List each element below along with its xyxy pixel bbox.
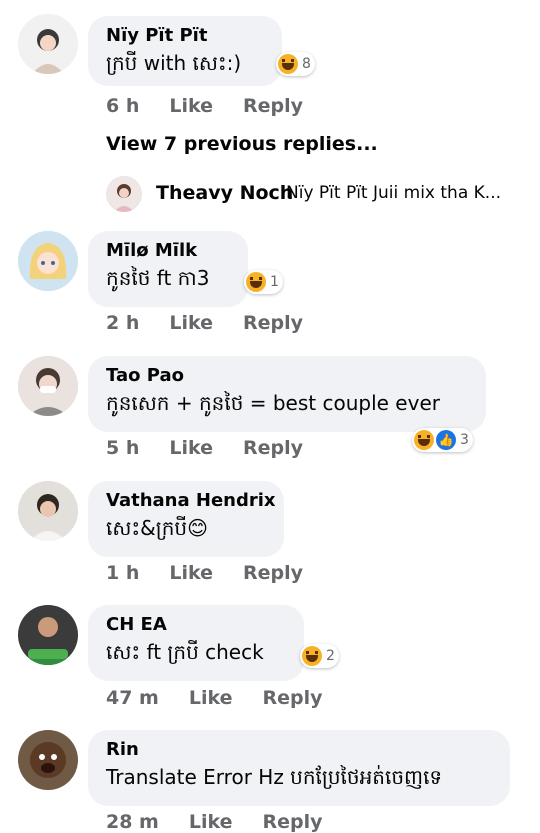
- comment-time[interactable]: 2 h: [106, 312, 139, 334]
- reply-button[interactable]: Reply: [243, 562, 303, 584]
- comment-actions: 28 m Like Reply: [106, 811, 323, 833]
- comment-bubble: Mīlø Mīlk កូនថៃ ft កា3: [88, 231, 248, 307]
- comment-time[interactable]: 47 m: [106, 687, 159, 709]
- comment-bubble: Vathana Hendrix សេះ&ក្របី😊: [88, 481, 284, 557]
- reply-button[interactable]: Reply: [243, 95, 303, 117]
- reaction-badge[interactable]: 2: [300, 644, 339, 668]
- reaction-count: 3: [460, 432, 469, 448]
- comment-bubble: Nïy Pït Pït ក្របី with សេះ:): [88, 16, 282, 86]
- reply-preview-author[interactable]: Theavy Noch: [156, 182, 293, 204]
- like-button[interactable]: Like: [189, 687, 233, 709]
- comment-author[interactable]: Rin: [106, 738, 492, 762]
- comment-bubble: Rin Translate Error Hz បកប្រែថៃអត់ចេញទេ: [88, 730, 510, 806]
- haha-reaction-icon: [278, 54, 298, 74]
- like-button[interactable]: Like: [169, 437, 213, 459]
- comment-actions: 6 h Like Reply: [106, 95, 303, 117]
- comment-time[interactable]: 6 h: [106, 95, 139, 117]
- avatar[interactable]: [18, 356, 78, 416]
- avatar[interactable]: [18, 730, 78, 790]
- view-previous-replies-link[interactable]: View 7 previous replies...: [106, 133, 378, 155]
- like-button[interactable]: Like: [189, 811, 233, 833]
- reply-preview-text: Nïy Pït Pït Juii mix tha K...: [286, 183, 501, 203]
- reaction-count: 8: [302, 56, 311, 72]
- avatar[interactable]: [18, 14, 78, 74]
- reply-button[interactable]: Reply: [263, 811, 323, 833]
- comment-text: សេះ ft ក្របី check: [106, 640, 264, 664]
- comment-author[interactable]: CH EA: [106, 613, 286, 637]
- avatar[interactable]: [18, 481, 78, 541]
- comment-actions: 5 h Like Reply: [106, 437, 303, 459]
- reaction-count: 2: [326, 648, 335, 664]
- comment-author[interactable]: Tao Pao: [106, 364, 468, 388]
- comment-time[interactable]: 1 h: [106, 562, 139, 584]
- comment-text: Translate Error Hz បកប្រែថៃអត់ចេញទេ: [106, 765, 443, 789]
- comment-bubble: CH EA សេះ ft ក្របី check: [88, 605, 304, 681]
- haha-reaction-icon: [302, 646, 322, 666]
- reply-button[interactable]: Reply: [263, 687, 323, 709]
- comment-actions: 47 m Like Reply: [106, 687, 323, 709]
- like-button[interactable]: Like: [169, 312, 213, 334]
- reaction-badge[interactable]: 8: [276, 52, 315, 76]
- reply-preview[interactable]: Theavy Noch Nïy Pït Pït Juii mix tha K..…: [106, 176, 536, 212]
- comment-text: ក្របី with សេះ:): [106, 51, 242, 75]
- comment-text: កូនថៃ ft កា3: [106, 266, 210, 290]
- comment-time[interactable]: 5 h: [106, 437, 139, 459]
- comment-author[interactable]: Nïy Pït Pït: [106, 24, 264, 48]
- comment-bubble: Tao Pao កូនសេក + កូនថៃ = best couple eve…: [88, 356, 486, 432]
- reply-button[interactable]: Reply: [243, 437, 303, 459]
- comment-author[interactable]: Vathana Hendrix: [106, 489, 276, 513]
- reply-button[interactable]: Reply: [243, 312, 303, 334]
- avatar: [106, 176, 142, 212]
- comment-text: កូនសេក + កូនថៃ = best couple ever: [106, 391, 440, 415]
- reaction-badge[interactable]: 1: [244, 270, 283, 294]
- comment-text: សេះ&ក្របី😊: [106, 516, 208, 540]
- like-reaction-icon: 👍: [436, 430, 456, 450]
- comment-time[interactable]: 28 m: [106, 811, 159, 833]
- haha-reaction-icon: [246, 272, 266, 292]
- avatar[interactable]: [18, 231, 78, 291]
- like-button[interactable]: Like: [169, 562, 213, 584]
- avatar[interactable]: [18, 605, 78, 665]
- reaction-badge[interactable]: 👍 3: [412, 428, 473, 452]
- haha-reaction-icon: [414, 430, 434, 450]
- like-button[interactable]: Like: [169, 95, 213, 117]
- reaction-count: 1: [270, 274, 279, 290]
- comment-actions: 1 h Like Reply: [106, 562, 303, 584]
- comment-author[interactable]: Mīlø Mīlk: [106, 239, 230, 263]
- comment-actions: 2 h Like Reply: [106, 312, 303, 334]
